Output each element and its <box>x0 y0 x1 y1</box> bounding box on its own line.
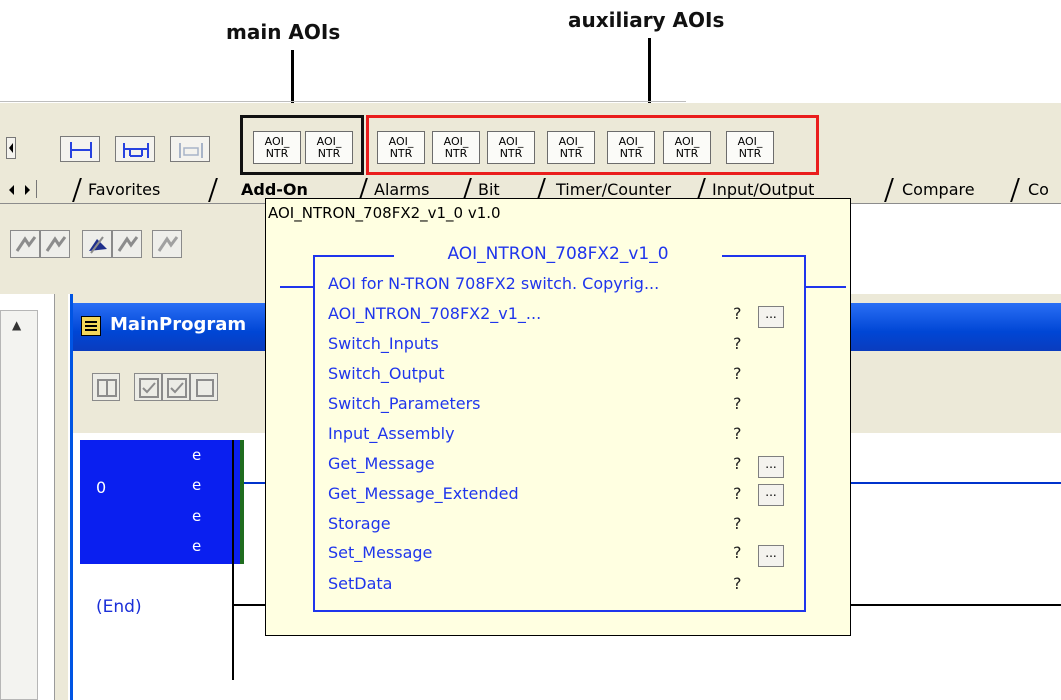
verify-routine-glyph <box>139 378 159 398</box>
param-name: AOI_NTRON_708FX2_v1_... <box>328 304 542 323</box>
tab-timer-counter[interactable]: Timer/Counter <box>556 180 671 199</box>
rung-icon-glyph <box>70 142 92 158</box>
assemble-edits-glyph <box>89 236 107 254</box>
branch-level-icon-glyph <box>179 143 203 158</box>
rung-0-wire-right <box>850 482 1061 484</box>
scroll-up-icon[interactable]: ▲ <box>12 318 21 332</box>
param-name: Storage <box>328 514 391 533</box>
param-value: ? <box>733 394 742 413</box>
accept-edits-glyph <box>15 236 37 252</box>
tab-scroll-right-icon[interactable] <box>21 180 34 198</box>
tab-favorites[interactable]: Favorites <box>88 180 160 199</box>
toolbar-scroll-left-button[interactable] <box>6 137 16 159</box>
toolbar-top-border <box>0 101 686 102</box>
main-aois-highlight-box <box>240 115 364 175</box>
param-name: Switch_Output <box>328 364 445 383</box>
main-aois-annotation: main AOIs <box>226 20 341 44</box>
param-value: ? <box>733 454 742 473</box>
param-name: Switch_Parameters <box>328 394 481 413</box>
panel-splitter[interactable] <box>54 294 68 700</box>
param-value: ? <box>733 364 742 383</box>
param-value: ? <box>733 543 742 562</box>
param-browse-button[interactable]: ... <box>758 306 784 328</box>
accept-edits-icon[interactable] <box>10 230 40 258</box>
end-rung-label: (End) <box>96 597 142 617</box>
rung-error-mark: e <box>192 446 202 464</box>
add-rung-icon[interactable] <box>92 373 120 401</box>
test-edits-icon[interactable] <box>112 230 142 258</box>
branch-icon[interactable] <box>115 136 155 162</box>
param-value: ? <box>733 574 742 593</box>
param-value: ? <box>733 484 742 503</box>
tooltip-header: AOI_NTRON_708FX2_v1_0 v1.0 <box>268 204 501 222</box>
verify-controller-icon[interactable] <box>162 373 190 401</box>
param-browse-button[interactable]: ... <box>758 484 784 506</box>
routine-options-glyph <box>196 379 214 397</box>
param-value: ? <box>733 334 742 353</box>
block-output-stub <box>806 286 846 288</box>
cancel-edits-glyph <box>45 236 67 252</box>
routine-options-icon[interactable] <box>190 373 218 401</box>
left-power-rail <box>232 440 234 680</box>
tab-add-on[interactable]: Add-On <box>241 180 308 199</box>
rung-0-selection[interactable] <box>80 440 240 564</box>
rung-icon[interactable] <box>60 136 100 162</box>
param-browse-button[interactable]: ... <box>758 456 784 478</box>
cancel-edits-icon[interactable] <box>40 230 70 258</box>
block-title: AOI_NTRON_708FX2_v1_0 <box>447 244 669 264</box>
param-value: ? <box>733 304 742 323</box>
branch-level-icon[interactable] <box>170 136 210 162</box>
test-edits-glyph <box>117 236 139 252</box>
rung-number: 0 <box>96 478 107 497</box>
param-value: ? <box>733 424 742 443</box>
tab-input-output[interactable]: Input/Output <box>712 180 814 199</box>
param-name: Input_Assembly <box>328 424 455 443</box>
param-name: Switch_Inputs <box>328 334 439 353</box>
verify-controller-glyph <box>167 378 187 398</box>
organizer-scrollbar[interactable] <box>0 310 38 700</box>
tab-scroll-left-icon[interactable] <box>6 180 19 198</box>
untest-edits-icon[interactable] <box>152 230 182 258</box>
routine-icon <box>81 316 101 336</box>
tab-compare[interactable]: Compare <box>902 180 975 199</box>
param-name: Set_Message <box>328 543 433 562</box>
add-rung-glyph <box>97 379 117 397</box>
auxiliary-aois-annotation: auxiliary AOIs <box>568 8 725 32</box>
param-name: Get_Message <box>328 454 435 473</box>
end-rung-wire-left <box>234 604 268 606</box>
param-browse-button[interactable]: ... <box>758 545 784 567</box>
verify-routine-icon[interactable] <box>134 373 162 401</box>
branch-icon-glyph <box>123 143 149 158</box>
untest-edits-glyph <box>157 236 179 252</box>
auxiliary-aois-highlight-box <box>366 115 819 175</box>
end-rung-wire-right <box>850 604 1061 606</box>
tab-alarms[interactable]: Alarms <box>374 180 429 199</box>
rung-error-mark: e <box>192 507 202 525</box>
param-name: SetData <box>328 574 393 593</box>
routine-title: MainProgram <box>110 314 247 335</box>
tab-bit[interactable]: Bit <box>478 180 500 199</box>
rung-error-mark: e <box>192 476 202 494</box>
param-name: Get_Message_Extended <box>328 484 519 503</box>
param-value: ? <box>733 514 742 533</box>
assemble-edits-icon[interactable] <box>82 230 112 258</box>
tab-separator <box>36 180 37 198</box>
tab-co[interactable]: Co <box>1028 180 1049 199</box>
rung-0-selection-edge <box>240 440 244 564</box>
block-description: AOI for N-TRON 708FX2 switch. Copyrig... <box>328 274 660 293</box>
rung-error-mark: e <box>192 537 202 555</box>
block-input-stub <box>280 286 313 288</box>
